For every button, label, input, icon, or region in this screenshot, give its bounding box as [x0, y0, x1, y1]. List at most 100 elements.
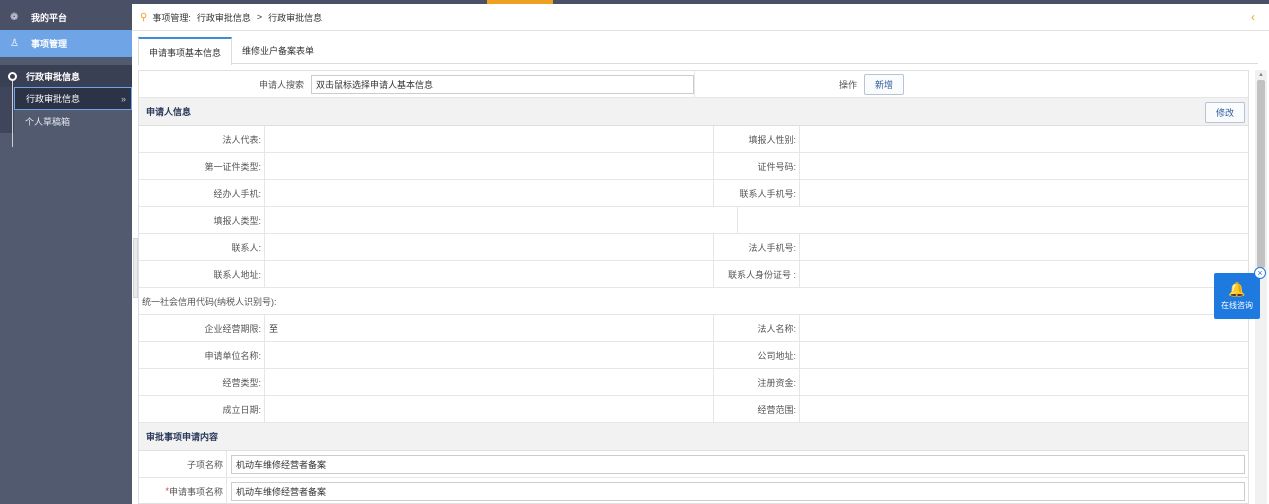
section-title: 审批事项申请内容 — [146, 432, 219, 442]
breadcrumb-part: 事项管理: — [152, 12, 191, 23]
applicant-section-header: 申请人信息 修改 — [139, 98, 1248, 126]
form-row: 填报人类型: — [139, 207, 1248, 234]
agent-phone-value — [265, 180, 714, 206]
sidebar-module[interactable]: ♙ 事项管理 — [0, 30, 132, 57]
sidebar-item-label: 个人草稿箱 — [25, 117, 71, 127]
tab-filing-form[interactable]: 维修业户备案表单 — [232, 37, 324, 64]
field-label: 经办人手机: — [139, 180, 265, 206]
breadcrumb-part[interactable]: 行政审批信息 — [197, 11, 251, 24]
form-row: 联系人: 法人手机号: — [139, 234, 1248, 261]
contact-value — [265, 234, 714, 260]
field-label: 法人手机号: — [714, 234, 800, 260]
sidebar-item-drafts[interactable]: 个人草稿箱 — [14, 110, 132, 133]
field-label: 子项名称 — [139, 451, 227, 477]
sidebar-group-label: 行政审批信息 — [26, 71, 81, 82]
empty-cell — [738, 207, 1248, 233]
field-label: 经营类型: — [139, 369, 265, 395]
reporter-type-value — [265, 207, 739, 233]
field-label: 联系人手机号: — [714, 180, 800, 206]
edit-button[interactable]: 修改 — [1204, 102, 1245, 123]
item-name-cell: 机动车维修经营者备案 — [227, 478, 1248, 504]
tab-bar: 申请事项基本信息 维修业户备案表单 — [138, 37, 1258, 65]
search-cell: 双击鼠标选择申请人基本信息 — [307, 71, 695, 97]
sidebar-group[interactable]: 行政审批信息 — [0, 65, 132, 87]
biz-scope-value — [800, 396, 1248, 422]
reporter-gender-value — [800, 126, 1248, 152]
unit-name-value — [265, 342, 714, 368]
section-title: 申请人信息 — [146, 107, 192, 117]
scroll-thumb[interactable] — [1257, 80, 1265, 268]
scroll-up-icon[interactable]: ▲ — [1258, 72, 1264, 78]
tab-basic-info[interactable]: 申请事项基本信息 — [138, 37, 233, 65]
sidebar-module-label: 事项管理 — [31, 39, 68, 49]
field-label: 联系人身份证号 : — [714, 261, 800, 287]
sidebar-platform[interactable]: ❁ 我的平台 — [0, 4, 132, 30]
field-label: 申请单位名称: — [139, 342, 265, 368]
field-label: 经营范围: — [714, 396, 800, 422]
chevron-right-icon: » — [120, 93, 126, 104]
form-row: 经办人手机: 联系人手机号: — [139, 180, 1248, 207]
found-date-value — [265, 396, 714, 422]
op-cell: 新增 — [860, 71, 1248, 97]
search-label: 申请人搜索 — [258, 79, 304, 90]
form-row: * 申请事项名称 机动车维修经营者备案 — [139, 478, 1248, 504]
sidebar-tree: 行政审批信息 行政审批信息 » 个人草稿箱 — [0, 65, 132, 147]
sub-item-cell: 机动车维修经营者备案 — [227, 451, 1248, 477]
location-pin-icon: ⚲ — [140, 11, 148, 23]
field-label: 联系人: — [139, 234, 265, 260]
breadcrumb-part: 行政审批信息 — [268, 12, 323, 23]
reg-capital-value — [800, 369, 1248, 395]
form-row: 经营类型: 注册资金: — [139, 369, 1248, 396]
sidebar: ❁ 我的平台 ♙ 事项管理 行政审批信息 行政审批信息 » 个人草稿箱 — [0, 4, 132, 504]
search-row: 申请人搜索 双击鼠标选择申请人基本信息 操作 新增 — [139, 71, 1248, 98]
breadcrumb-separator: > — [256, 12, 263, 22]
field-label: 成立日期: — [139, 396, 265, 422]
applicant-search-input[interactable]: 双击鼠标选择申请人基本信息 — [311, 74, 694, 94]
form-row: 联系人地址: 联系人身份证号 : — [139, 261, 1248, 288]
field-label: 法人名称: — [714, 315, 800, 341]
field-label: * 申请事项名称 — [139, 478, 227, 504]
item-name-input[interactable]: 机动车维修经营者备案 — [231, 481, 1245, 501]
approval-section-header: 审批事项申请内容 — [139, 423, 1248, 451]
form-row: 法人代表: 填报人性别: — [139, 126, 1248, 153]
form-row: 成立日期: 经营范围: — [139, 396, 1248, 423]
company-addr-value — [800, 342, 1248, 368]
field-label: 第一证件类型: — [139, 153, 265, 179]
online-consult-widget[interactable]: 🔔 在线咨询 — [1214, 273, 1260, 319]
contact-idcard-value — [800, 261, 1248, 287]
add-button[interactable]: 新增 — [864, 73, 905, 95]
op-label: 操作 — [838, 79, 857, 90]
sidebar-collapse-handle[interactable] — [133, 238, 138, 298]
id-no-value — [800, 153, 1248, 179]
tree-line — [12, 73, 13, 147]
id-type-value — [265, 153, 714, 179]
online-consult-label: 在线咨询 — [1221, 300, 1253, 310]
form-row: 统一社会信用代码(纳税人识别号): — [139, 288, 1248, 315]
field-label: 企业经营期限: — [139, 315, 265, 341]
field-label: 公司地址: — [714, 342, 800, 368]
close-icon[interactable]: × — [1254, 267, 1266, 279]
biz-period-to: 至 — [269, 323, 279, 334]
sidebar-platform-label: 我的平台 — [31, 12, 68, 23]
form-row: 第一证件类型: 证件号码: — [139, 153, 1248, 180]
breadcrumb: ⚲ 事项管理: 行政审批信息 > 行政审批信息 ‹ — [132, 4, 1269, 31]
field-label: 联系人地址: — [139, 261, 265, 287]
tree-node-icon — [8, 71, 17, 81]
field-label: 注册资金: — [714, 369, 800, 395]
form-row: 申请单位名称: 公司地址: — [139, 342, 1248, 369]
sidebar-item-approval-info[interactable]: 行政审批信息 » — [14, 87, 132, 110]
contact-phone-value — [800, 180, 1248, 206]
biz-period-value: 至 — [265, 315, 714, 341]
gear-icon: ❁ — [10, 11, 19, 23]
contact-addr-value — [265, 261, 714, 287]
legal-name-value — [800, 315, 1248, 341]
bell-icon: 🔔 — [1228, 280, 1246, 297]
biz-type-value — [265, 369, 714, 395]
form-row: 子项名称 机动车维修经营者备案 — [139, 451, 1248, 478]
sub-item-input[interactable]: 机动车维修经营者备案 — [231, 454, 1245, 474]
field-label: 填报人类型: — [139, 207, 265, 233]
back-chevron-icon[interactable]: ‹ — [1251, 10, 1255, 24]
field-label: 法人代表: — [139, 126, 265, 152]
form-row: 企业经营期限: 至 法人名称: — [139, 315, 1248, 342]
legal-rep-value — [265, 126, 714, 152]
